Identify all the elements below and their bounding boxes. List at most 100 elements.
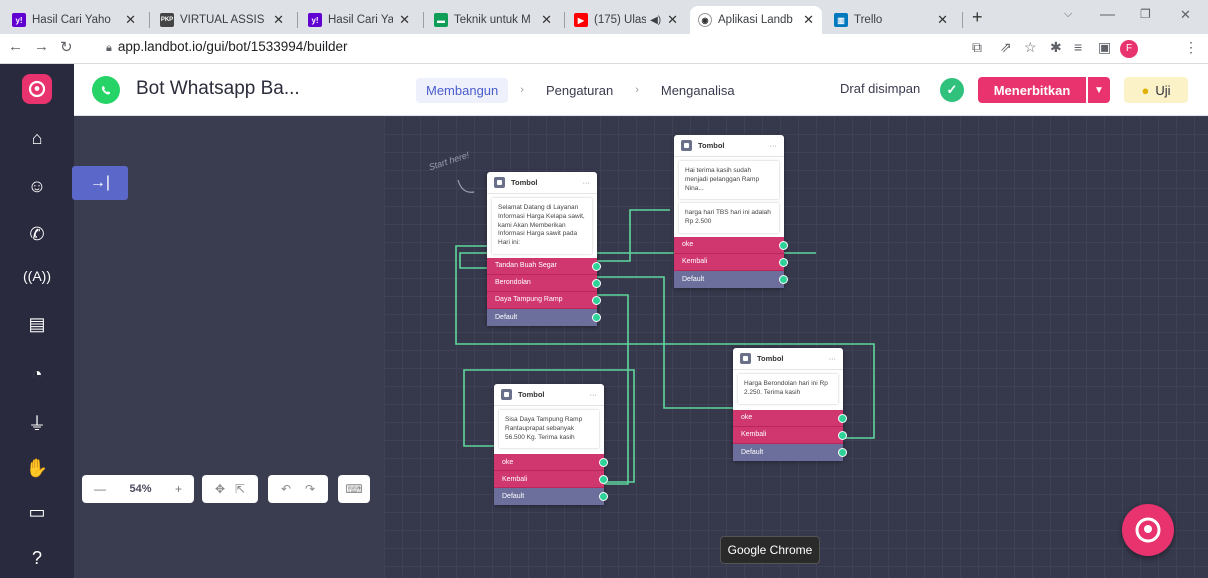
browser-tab-active[interactable]: ◉ Aplikasi Landb ✕ bbox=[690, 6, 822, 34]
share-icon[interactable]: ⇗ bbox=[1000, 39, 1012, 56]
node-option[interactable]: Kembali bbox=[733, 426, 847, 444]
node-option[interactable]: oke bbox=[733, 409, 847, 427]
browser-tab[interactable]: ▬ Teknik untuk M ✕ bbox=[426, 6, 560, 34]
more-options-icon[interactable]: ··· bbox=[590, 390, 598, 399]
flow-node[interactable]: Tombol ··· Selamat Datang di Layanan Info… bbox=[487, 172, 601, 326]
handshake-icon[interactable]: ✋ bbox=[0, 458, 74, 479]
forward-icon[interactable]: → bbox=[34, 38, 49, 55]
redo-icon[interactable]: ↷ bbox=[305, 482, 315, 496]
step-settings[interactable]: Pengaturan bbox=[536, 78, 623, 103]
connector-dot[interactable] bbox=[838, 413, 847, 423]
pkp-icon: PKP bbox=[160, 13, 174, 27]
move-canvas-icon[interactable]: ✥ bbox=[215, 482, 225, 496]
step-build[interactable]: Membangun bbox=[416, 77, 509, 103]
close-window-icon[interactable]: ✕ bbox=[1180, 7, 1191, 23]
broadcast-icon[interactable]: ((A)) bbox=[0, 268, 74, 284]
node-option-default[interactable]: Default bbox=[487, 308, 601, 326]
browser-tab[interactable]: ▥ Trello ✕ bbox=[826, 6, 956, 34]
connector-dot[interactable] bbox=[592, 295, 601, 305]
close-tab-icon[interactable]: ✕ bbox=[937, 12, 948, 28]
messages-icon[interactable]: ▤ bbox=[0, 314, 74, 335]
landbot-logo-icon[interactable] bbox=[22, 74, 52, 104]
landbot-chat-icon bbox=[1135, 517, 1161, 543]
bot-icon[interactable]: ☺ bbox=[0, 176, 74, 197]
pointer-icon[interactable]: ⇱ bbox=[235, 482, 245, 496]
node-option-default[interactable]: Default bbox=[733, 443, 847, 461]
reading-list-icon[interactable]: ≡ bbox=[1074, 39, 1082, 55]
browser-tab[interactable]: PKP VIRTUAL ASSIS ✕ bbox=[152, 6, 292, 34]
node-option-default[interactable]: Default bbox=[674, 270, 788, 288]
extensions-icon[interactable]: ✱ bbox=[1050, 39, 1062, 56]
button-block-icon bbox=[494, 177, 505, 188]
menu-kebab-icon[interactable]: ⋮ bbox=[1184, 39, 1198, 56]
step-analyze[interactable]: Menganalisa bbox=[651, 78, 745, 103]
tab-search-icon[interactable]: ⌵ bbox=[1064, 8, 1072, 21]
check-icon: ✓ bbox=[940, 78, 964, 102]
more-options-icon[interactable]: ··· bbox=[770, 141, 778, 150]
connector-dot[interactable] bbox=[592, 312, 601, 322]
close-tab-icon[interactable]: ✕ bbox=[541, 12, 552, 28]
integrations-plug-icon[interactable]: ⏚ bbox=[0, 410, 74, 436]
chat-widget-button[interactable] bbox=[1122, 504, 1174, 556]
restore-icon[interactable]: ❐ bbox=[1140, 7, 1151, 21]
zoom-out-icon[interactable]: — bbox=[94, 482, 106, 496]
url-field[interactable]: 🔒︎ app.landbot.io/gui/bot/1533994/builder bbox=[106, 39, 348, 55]
chevron-right-icon: › bbox=[635, 84, 639, 96]
connector-dot[interactable] bbox=[838, 447, 847, 457]
keyboard-shortcuts-icon[interactable]: ⌨ bbox=[338, 475, 370, 503]
reload-icon[interactable]: ↻ bbox=[60, 38, 73, 56]
close-tab-icon[interactable]: ✕ bbox=[399, 12, 410, 28]
node-option[interactable]: oke bbox=[674, 236, 788, 254]
new-tab-icon[interactable]: + bbox=[972, 7, 983, 28]
node-option-default[interactable]: Default bbox=[494, 488, 608, 506]
node-option[interactable]: Kembali bbox=[674, 253, 788, 271]
zoom-in-icon[interactable]: + bbox=[175, 482, 182, 496]
bookmark-star-icon[interactable]: ☆ bbox=[1024, 39, 1037, 56]
close-tab-icon[interactable]: ✕ bbox=[125, 12, 136, 28]
node-option[interactable]: oke bbox=[494, 454, 608, 472]
connector-dot[interactable] bbox=[838, 430, 847, 440]
whatsapp-channel-icon bbox=[92, 76, 120, 104]
yahoo-icon: y! bbox=[308, 13, 322, 27]
undo-icon[interactable]: ↶ bbox=[281, 482, 291, 496]
close-tab-icon[interactable]: ✕ bbox=[273, 12, 284, 28]
bot-title[interactable]: Bot Whatsapp Ba... bbox=[136, 78, 300, 100]
minimize-icon[interactable]: — bbox=[1100, 6, 1115, 23]
profile-avatar[interactable]: F bbox=[1120, 40, 1138, 58]
connector-dot[interactable] bbox=[779, 274, 788, 284]
node-option[interactable]: Tandan Buah Segar bbox=[487, 257, 601, 275]
connector-dot[interactable] bbox=[779, 240, 788, 250]
flow-node[interactable]: Tombol ··· Harga Berondolan hari ini Rp 2… bbox=[733, 348, 847, 461]
connector-dot[interactable] bbox=[592, 261, 601, 271]
back-icon[interactable]: ← bbox=[8, 38, 23, 55]
publish-button[interactable]: Menerbitkan bbox=[978, 77, 1086, 103]
help-icon[interactable]: ? bbox=[0, 548, 74, 569]
node-option[interactable]: Daya Tampung Ramp bbox=[487, 291, 601, 309]
connector-dot[interactable] bbox=[779, 257, 788, 267]
zoom-control: — 54% + bbox=[82, 475, 194, 503]
more-options-icon[interactable]: ··· bbox=[829, 354, 837, 363]
billing-icon[interactable]: ▭ bbox=[0, 502, 74, 523]
flow-node[interactable]: Tombol ··· Hai terima kasih sudah menjadi… bbox=[674, 135, 788, 288]
whatsapp-icon[interactable]: ✆ bbox=[0, 224, 74, 245]
close-tab-icon[interactable]: ✕ bbox=[803, 12, 814, 28]
side-panel-icon[interactable]: ▣ bbox=[1098, 39, 1111, 56]
audio-icon[interactable]: ◀) bbox=[650, 15, 661, 26]
analytics-icon[interactable]: ◔ bbox=[0, 364, 74, 385]
test-button[interactable]: ● Uji bbox=[1124, 77, 1188, 103]
close-tab-icon[interactable]: ✕ bbox=[667, 12, 678, 28]
browser-tab[interactable]: y!Hasil Cari Yaho✕ bbox=[4, 6, 144, 34]
youtube-icon: ▶ bbox=[574, 13, 588, 27]
connector-dot[interactable] bbox=[592, 278, 601, 288]
browser-tab[interactable]: ▶(175) Ulasa◀)✕ bbox=[566, 6, 686, 34]
flow-node[interactable]: Tombol ··· Sisa Daya Tampung Ramp Rantaup… bbox=[494, 384, 608, 506]
more-options-icon[interactable]: ··· bbox=[583, 178, 591, 187]
translate-icon[interactable]: ⧉ bbox=[972, 39, 982, 56]
chevron-down-icon[interactable]: ▼ bbox=[1088, 77, 1110, 103]
main-sidebar: ⌂ ☺ ✆ ((A)) ▤ ◔ ⏚ ✋ ▭ ? bbox=[0, 64, 74, 578]
home-icon[interactable]: ⌂ bbox=[0, 128, 74, 149]
node-option[interactable]: Berondolan bbox=[487, 274, 601, 292]
node-option[interactable]: Kembali bbox=[494, 471, 608, 489]
expand-panel-button[interactable]: →| bbox=[72, 166, 128, 200]
browser-tab[interactable]: y!Hasil Cari Yaho✕ bbox=[300, 6, 418, 34]
